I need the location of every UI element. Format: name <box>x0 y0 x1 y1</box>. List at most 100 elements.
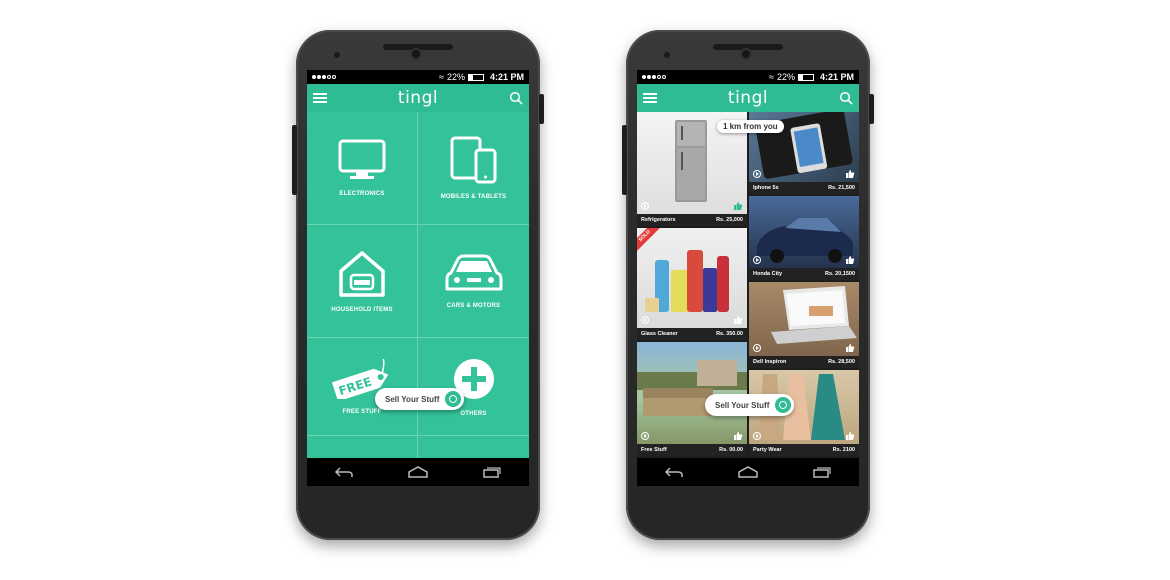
camera-shutter-icon <box>445 391 462 407</box>
listing-name: Refrigerators <box>641 217 676 223</box>
app-bar: tingl <box>307 84 529 112</box>
battery-icon <box>467 73 484 81</box>
couch-yard-image <box>637 360 747 416</box>
like-icon[interactable] <box>733 431 743 441</box>
status-bar: ≈ 22% 4:21 PM <box>307 70 529 84</box>
laptop-image <box>771 286 857 344</box>
cleaner-bottles-image <box>645 250 729 312</box>
listing-tile[interactable]: Dell Inspiron Rs. 28,500 <box>749 282 859 368</box>
category-household-items[interactable]: HOUSEHOLD ITEMS <box>307 225 418 338</box>
proximity-sensor <box>334 52 340 58</box>
category-grid: ELECTRONICS MOBILES & TABLETS HOUSEHOLD … <box>307 112 529 458</box>
like-icon[interactable] <box>845 343 855 353</box>
listing-name: Free Stuff <box>641 447 667 453</box>
like-icon[interactable] <box>845 169 855 179</box>
signal-icon <box>642 75 666 79</box>
category-cars-motors[interactable]: CARS & MOTORS <box>418 225 529 338</box>
camera-shutter-icon <box>775 397 792 413</box>
search-icon[interactable] <box>509 91 523 105</box>
recent-apps-icon[interactable] <box>482 466 502 478</box>
devices-icon <box>450 136 496 184</box>
app-logo: tingl <box>727 88 769 108</box>
listing-price: Rs. 21,500 <box>828 185 855 191</box>
listing-name: Dell Inspiron <box>753 359 787 365</box>
listing-price: Rs. 25,000 <box>716 217 743 223</box>
listing-tile[interactable]: Honda City Rs. 20,1500 <box>749 196 859 280</box>
front-camera <box>410 48 422 60</box>
like-icon[interactable] <box>733 201 743 211</box>
listing-price: Rs. 20,1500 <box>825 271 855 277</box>
play-icon[interactable] <box>641 316 649 324</box>
menu-icon[interactable] <box>313 93 327 103</box>
category-label: CARS & MOTORS <box>446 303 501 309</box>
category-electronics[interactable]: ELECTRONICS <box>307 112 418 225</box>
power-button <box>539 94 544 124</box>
listing-meta: Glass Cleaner Rs. 350.00 <box>637 328 747 340</box>
search-icon[interactable] <box>839 91 853 105</box>
front-camera <box>740 48 752 60</box>
status-bar: ≈ 22% 4:21 PM <box>637 70 859 84</box>
listing-feed: 1 km from you Refrigerators Rs. 25,000 S… <box>637 112 859 458</box>
category-others[interactable]: OTHERS <box>418 338 529 436</box>
battery-percent: 22% <box>446 72 465 82</box>
wifi-icon: ≈ <box>439 72 444 82</box>
category-label: MOBILES & TABLETS <box>440 194 507 200</box>
listing-meta: Iphone 5s Rs. 21,500 <box>749 182 859 194</box>
like-icon[interactable] <box>845 431 855 441</box>
menu-icon[interactable] <box>643 93 657 103</box>
like-icon[interactable] <box>845 255 855 265</box>
recent-apps-icon[interactable] <box>812 466 832 478</box>
play-icon[interactable] <box>753 256 761 264</box>
monitor-icon <box>338 139 386 179</box>
listing-meta: Honda City Rs. 20,1500 <box>749 268 859 280</box>
play-icon[interactable] <box>753 344 761 352</box>
listing-meta: Free Stuff Rs. 00.00 <box>637 444 747 456</box>
listing-meta: Party Wear Rs. 2100 <box>749 444 859 456</box>
volume-button <box>292 125 297 195</box>
back-icon[interactable] <box>664 466 684 478</box>
app-bar: tingl <box>637 84 859 112</box>
android-nav-bar <box>637 458 859 486</box>
distance-badge: 1 km from you <box>717 120 784 133</box>
app-logo: tingl <box>397 88 439 108</box>
battery-icon <box>797 73 814 81</box>
proximity-sensor <box>664 52 670 58</box>
listing-price: Rs. 28,500 <box>828 359 855 365</box>
sell-your-stuff-button[interactable]: Sell Your Stuff <box>705 394 795 416</box>
listing-meta: Refrigerators Rs. 25,000 <box>637 214 747 226</box>
category-label: ELECTRONICS <box>339 191 385 197</box>
screen-categories: ≈ 22% 4:21 PM tingl ELECTRONICS MOBILES … <box>307 70 529 486</box>
listing-meta: Dell Inspiron Rs. 28,500 <box>749 356 859 368</box>
stage: ≈ 22% 4:21 PM tingl ELECTRONICS MOBILES … <box>0 0 1170 580</box>
play-icon[interactable] <box>753 432 761 440</box>
listing-price: Rs. 350.00 <box>716 331 743 337</box>
sell-label: Sell Your Stuff <box>385 394 440 404</box>
grid-filler <box>418 436 529 458</box>
home-icon[interactable] <box>737 466 759 478</box>
play-icon[interactable] <box>753 170 761 178</box>
house-sofa-icon <box>339 251 385 297</box>
play-icon[interactable] <box>641 202 649 210</box>
sell-your-stuff-button[interactable]: Sell Your Stuff <box>375 388 465 410</box>
listing-name: Honda City <box>753 271 783 277</box>
listing-tile[interactable]: SOLD Glass Cleaner Rs. 350.00 <box>637 228 747 340</box>
clock: 4:21 PM <box>489 72 524 82</box>
volume-button <box>622 125 627 195</box>
category-free-stuff[interactable]: FREE FREE STUFF <box>307 338 418 436</box>
listing-price: Rs. 2100 <box>832 447 855 453</box>
battery-percent: 22% <box>776 72 795 82</box>
like-icon[interactable] <box>733 315 743 325</box>
phone-left: ≈ 22% 4:21 PM tingl ELECTRONICS MOBILES … <box>292 30 544 540</box>
power-button <box>869 94 874 124</box>
back-icon[interactable] <box>334 466 354 478</box>
play-icon[interactable] <box>641 432 649 440</box>
category-mobiles-tablets[interactable]: MOBILES & TABLETS <box>418 112 529 225</box>
listing-name: Glass Cleaner <box>641 331 678 337</box>
home-icon[interactable] <box>407 466 429 478</box>
listing-price: Rs. 00.00 <box>719 447 743 453</box>
category-label: HOUSEHOLD ITEMS <box>331 307 393 313</box>
listing-name: Iphone 5s <box>753 185 779 191</box>
screen-feed: ≈ 22% 4:21 PM tingl 1 km from you Refrig… <box>637 70 859 486</box>
sell-label: Sell Your Stuff <box>715 400 770 410</box>
clock: 4:21 PM <box>819 72 854 82</box>
